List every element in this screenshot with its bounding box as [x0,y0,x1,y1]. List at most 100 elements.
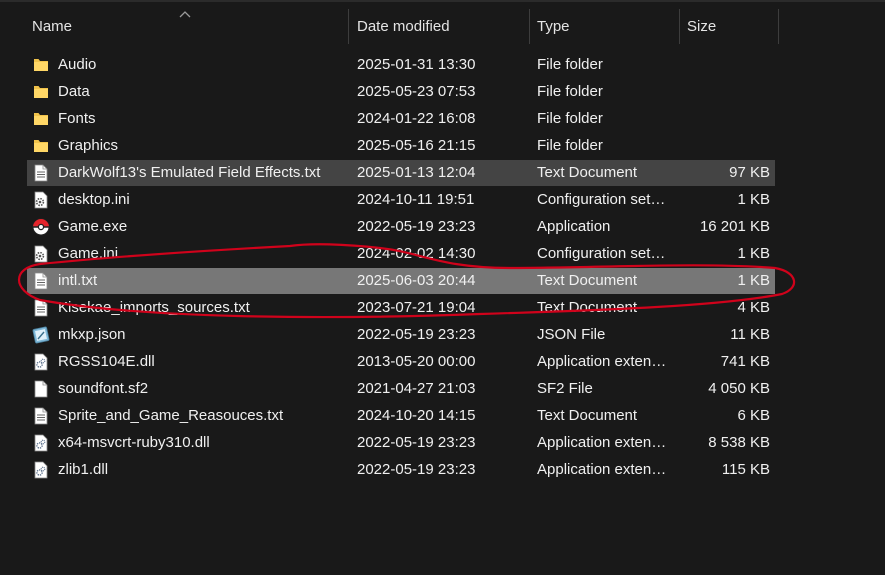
file-row-zlib1-dll[interactable]: zlib1.dll 2022-05-19 23:23 Application ext… [27,457,775,483]
file-row-game-ini[interactable]: Game.ini 2024-02-02 14:30 Configuration se… [27,241,775,267]
column-separator[interactable] [529,9,530,44]
file-row-darkwolf13-s-emulated-field-effects-txt[interactable]: DarkWolf13's Emulated Field Effects.txt 2… [27,160,775,186]
file-name: RGSS104E.dll [58,353,155,370]
file-type: Text Document [537,407,638,424]
column-header-size[interactable]: Size [687,9,777,44]
file-row-audio[interactable]: Audio 2025-01-31 13:30 File folder [27,52,775,78]
file-row-rgss104e-dll[interactable]: RGSS104E.dll 2013-05-20 00:00 Application … [27,349,775,375]
file-date-modified: 2025-01-31 13:30 [357,56,476,73]
file-type: Application extens... [537,353,669,370]
file-row-game-exe[interactable]: Game.exe 2022-05-19 23:23 Application 16 20… [27,214,775,240]
file-name: zlib1.dll [58,461,109,478]
file-type: Configuration setti... [537,191,669,208]
file-date-modified: 2022-05-19 23:23 [357,461,476,478]
file-name: Data [58,83,90,100]
file-date-modified: 2022-05-19 23:23 [357,326,476,343]
file-date-modified: 2024-02-02 14:30 [357,245,476,262]
file-row-sprite-and-game-reasouces-txt[interactable]: Sprite_and_Game_Reasouces.txt 2024-10-20 … [27,403,775,429]
file-size: 1 KB [737,245,770,262]
file-date-modified: 2025-05-23 07:53 [357,83,476,100]
file-date-modified: 2022-05-19 23:23 [357,434,476,451]
file-date-modified: 2025-05-16 21:15 [357,137,476,154]
file-size [677,106,770,132]
text-document-icon [32,407,50,425]
file-size [677,52,770,78]
file-row-kisekae-imports-sources-txt[interactable]: Kisekae_imports_sources.txt 2023-07-21 19… [27,295,775,321]
file-type: File folder [537,83,603,100]
dll-file-icon [32,434,50,452]
file-size: 4 KB [737,299,770,316]
file-size: 8 538 KB [708,434,770,451]
file-type: File folder [537,110,603,127]
column-header-date-modified[interactable]: Date modified [357,9,527,44]
file-type: Application [537,218,611,235]
file-name: soundfont.sf2 [58,380,149,397]
folder-icon [32,56,50,74]
file-name: intl.txt [58,272,98,289]
file-name: Kisekae_imports_sources.txt [58,299,250,316]
file-size: 1 KB [737,191,770,208]
file-date-modified: 2023-07-21 19:04 [357,299,476,316]
file-date-modified: 2022-05-19 23:23 [357,218,476,235]
file-size: 4 050 KB [708,380,770,397]
file-date-modified: 2024-10-20 14:15 [357,407,476,424]
settings-file-icon [32,191,50,209]
file-date-modified: 2021-04-27 21:03 [357,380,476,397]
folder-icon [32,110,50,128]
file-size: 741 KB [720,353,770,370]
file-date-modified: 2025-06-03 20:44 [357,272,476,289]
file-date-modified: 2024-10-11 19:51 [357,191,475,208]
file-name: mkxp.json [58,326,126,343]
file-size: 6 KB [737,407,770,424]
text-document-icon [32,299,50,317]
file-size: 1 KB [737,272,770,289]
file-type: File folder [537,137,603,154]
dll-file-icon [32,353,50,371]
json-file-icon [32,326,50,344]
file-type: Text Document [537,299,638,316]
file-row-graphics[interactable]: Graphics 2025-05-16 21:15 File folder [27,133,775,159]
file-name: x64-msvcrt-ruby310.dll [58,434,210,451]
top-border [0,0,885,2]
file-date-modified: 2013-05-20 00:00 [357,353,476,370]
file-size: 97 KB [729,164,770,181]
file-type: File folder [537,56,603,73]
file-row-data[interactable]: Data 2025-05-23 07:53 File folder [27,79,775,105]
text-document-icon [32,272,50,290]
file-name: Audio [58,56,97,73]
file-size [677,79,770,105]
column-separator[interactable] [679,9,680,44]
file-row-desktop-ini[interactable]: desktop.ini 2024-10-11 19:51 Configuration… [27,187,775,213]
file-type: Application extens... [537,461,669,478]
file-type: SF2 File [537,380,593,397]
settings-file-icon [32,245,50,263]
pokeball-app-icon [32,218,50,236]
sort-ascending-icon [179,11,191,18]
file-type: Text Document [537,272,638,289]
file-row-soundfont-sf2[interactable]: soundfont.sf2 2021-04-27 21:03 SF2 File 4 0… [27,376,775,402]
file-type: Application extens... [537,434,669,451]
file-row-x64-msvcrt-ruby310-dll[interactable]: x64-msvcrt-ruby310.dll 2022-05-19 23:23 Ap… [27,430,775,456]
file-name: Game.exe [58,218,128,235]
file-date-modified: 2025-01-13 12:04 [357,164,476,181]
blank-file-icon [32,380,50,398]
file-size: 11 KB [730,326,770,343]
file-name: DarkWolf13's Emulated Field Effects.txt [58,164,321,181]
file-row-mkxp-json[interactable]: mkxp.json 2022-05-19 23:23 JSON File 11 KB [27,322,775,348]
file-type: Configuration setti... [537,245,669,262]
column-separator[interactable] [778,9,779,44]
column-separator[interactable] [348,9,349,44]
folder-icon [32,83,50,101]
file-date-modified: 2024-01-22 16:08 [357,110,476,127]
file-size: 16 201 KB [699,218,770,235]
text-document-icon [32,164,50,182]
folder-icon [32,137,50,155]
file-type: JSON File [537,326,606,343]
column-header-type[interactable]: Type [537,9,677,44]
file-name: Graphics [58,137,119,154]
column-header-bar: Name Date modified Type Size [0,9,885,44]
file-row-intl-txt[interactable]: intl.txt 2025-06-03 20:44 Text Document 1 K… [27,268,775,294]
file-size: 115 KB [721,461,770,478]
file-size [677,133,770,159]
file-row-fonts[interactable]: Fonts 2024-01-22 16:08 File folder [27,106,775,132]
